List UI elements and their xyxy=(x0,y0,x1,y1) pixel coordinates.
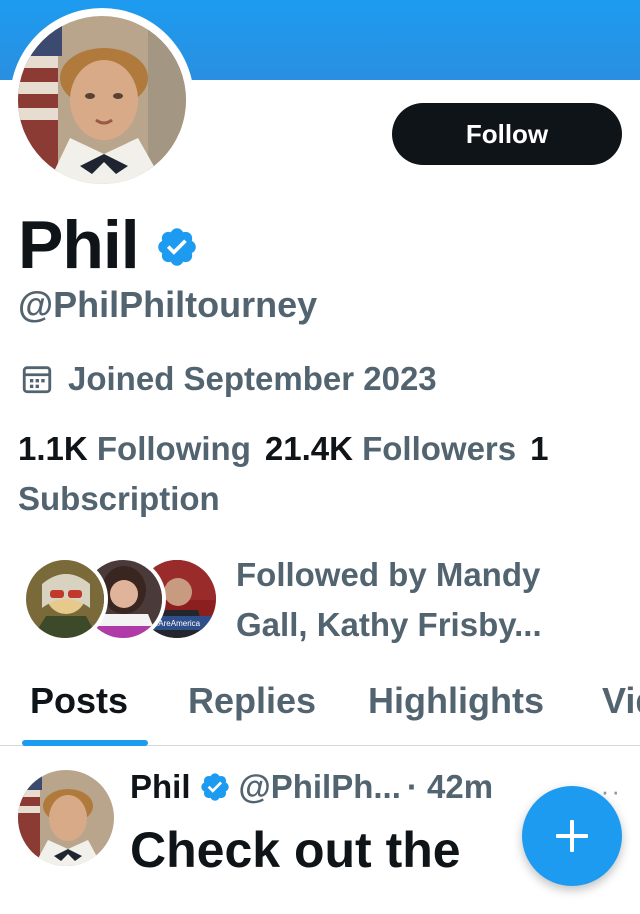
verified-badge-icon[interactable] xyxy=(155,225,199,269)
following-label: Following xyxy=(96,430,251,467)
followers-label: Followers xyxy=(362,430,517,467)
tab-replies[interactable]: Replies xyxy=(188,680,316,722)
post-timestamp[interactable]: · 42m xyxy=(407,768,493,806)
tab-posts[interactable]: Posts xyxy=(30,680,128,722)
profile-avatar[interactable] xyxy=(10,8,194,192)
facepile-avatar xyxy=(22,556,108,642)
joined-label: Joined September 2023 xyxy=(68,360,437,397)
facepile: #WeAreAmerica xyxy=(22,550,220,642)
display-name: Phil xyxy=(18,207,140,283)
post-author-handle[interactable]: @PhilPh... xyxy=(239,768,401,806)
tab-highlights[interactable]: Highlights xyxy=(368,680,544,722)
avatar-photo xyxy=(18,16,186,184)
verified-badge-icon xyxy=(200,773,229,801)
calendar-icon xyxy=(22,366,52,394)
subscription-label: Subscription xyxy=(18,480,220,517)
tab-videos[interactable]: Videos xyxy=(602,680,640,722)
compose-post-button[interactable] xyxy=(522,786,622,886)
active-tab-indicator xyxy=(22,740,148,746)
follow-button[interactable]: Follow xyxy=(392,103,622,165)
followers-count: 21.4K xyxy=(264,430,353,467)
subscription-count: 1 xyxy=(530,430,549,467)
post-text: Check out the xyxy=(130,822,461,878)
profile-stats: 1.1K Following 21.4K Followers 1 Subscript… xyxy=(18,424,618,524)
profile-handle: @PhilPhiltourney xyxy=(18,284,318,325)
followed-by-text: Followed by Mandy Gall, Kathy Frisby... xyxy=(236,556,542,643)
profile-tabs: Posts Replies Highlights Videos xyxy=(0,672,640,746)
name-row: Phil xyxy=(18,206,199,284)
post-author-name[interactable]: Phil xyxy=(130,768,191,806)
following-stat[interactable]: 1.1K Following xyxy=(18,430,251,467)
followed-by-row[interactable]: #WeAreAmerica Followed by Mandy Gall, Ka… xyxy=(22,550,576,650)
joined-date: Joined September 2023 xyxy=(20,360,437,398)
followers-stat[interactable]: 21.4K Followers xyxy=(265,430,516,467)
post-avatar[interactable] xyxy=(18,770,114,866)
plus-icon xyxy=(556,820,588,852)
following-count: 1.1K xyxy=(18,430,88,467)
